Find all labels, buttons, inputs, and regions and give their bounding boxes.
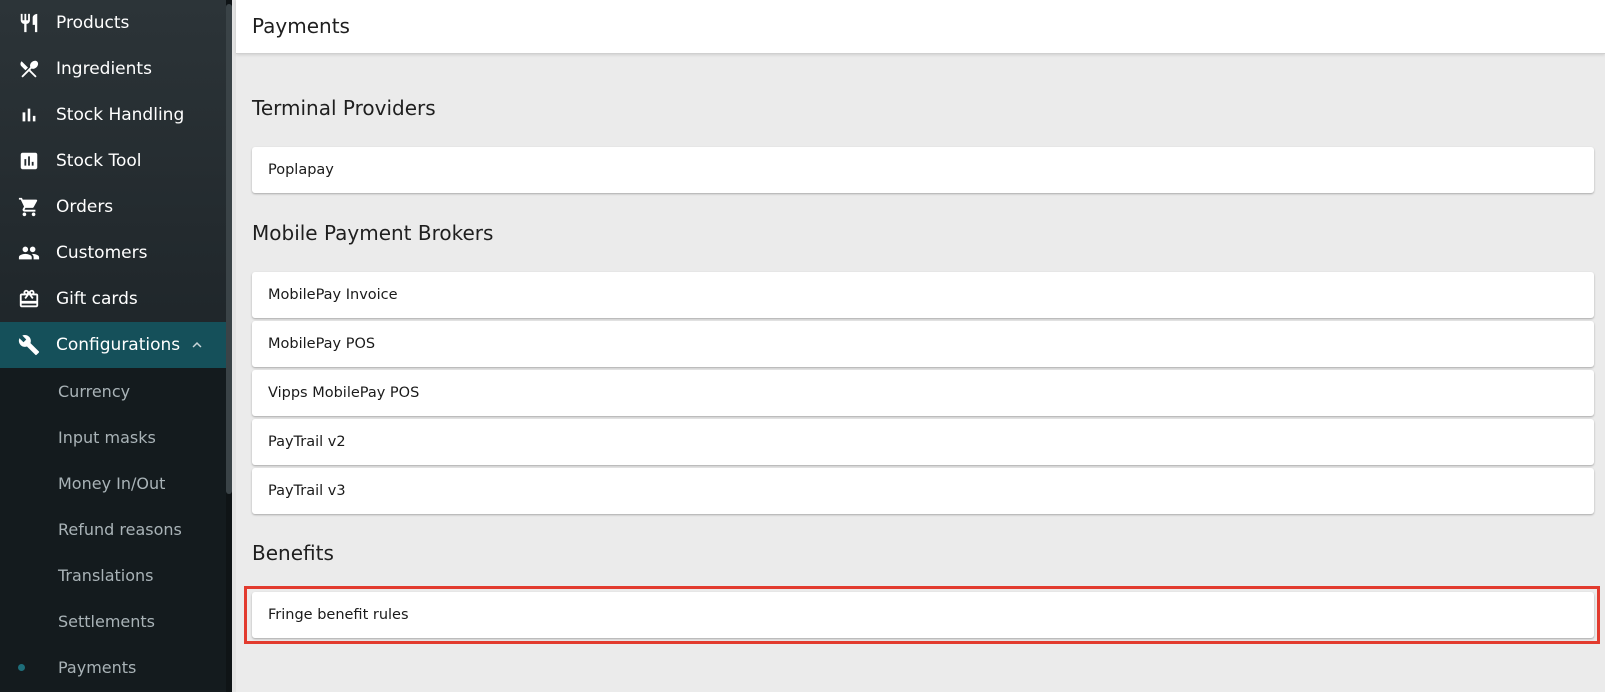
sidebar-item-label: Ingredients bbox=[56, 59, 152, 79]
page-title: Payments bbox=[252, 14, 350, 38]
sidebar-nav: Products Ingredients Stock Handling Stoc… bbox=[0, 0, 226, 692]
sidebar-item-stock-handling[interactable]: Stock Handling bbox=[0, 92, 226, 138]
chevron-up-icon[interactable] bbox=[188, 336, 206, 354]
list-item-label: Vipps MobilePay POS bbox=[268, 385, 420, 401]
sidebar-item-orders[interactable]: Orders bbox=[0, 184, 226, 230]
sidebar-item-label: Stock Tool bbox=[56, 151, 142, 171]
people-icon bbox=[18, 242, 40, 264]
sidebar: Products Ingredients Stock Handling Stoc… bbox=[0, 0, 236, 692]
sidebar-subitem-label: Input masks bbox=[58, 427, 156, 447]
sidebar-item-configurations[interactable]: Configurations bbox=[0, 322, 226, 368]
sidebar-subitem-translations[interactable]: Translations bbox=[0, 552, 226, 598]
list-item-mobilepay-pos[interactable]: MobilePay POS bbox=[252, 321, 1594, 367]
sidebar-item-label: Gift cards bbox=[56, 289, 138, 309]
cutlery-icon bbox=[18, 12, 40, 34]
list-item-vipps-mobilepay-pos[interactable]: Vipps MobilePay POS bbox=[252, 370, 1594, 416]
sidebar-item-label: Orders bbox=[56, 197, 114, 217]
list-item-label: MobilePay Invoice bbox=[268, 287, 398, 303]
section-title-terminal-providers: Terminal Providers bbox=[252, 96, 436, 120]
sidebar-subitem-label: Currency bbox=[58, 381, 131, 401]
sidebar-subitem-settlements[interactable]: Settlements bbox=[0, 598, 226, 644]
sidebar-item-ingredients[interactable]: Ingredients bbox=[0, 46, 226, 92]
list-item-label: MobilePay POS bbox=[268, 336, 376, 352]
sidebar-item-label: Configurations bbox=[56, 335, 181, 355]
sidebar-subitem-money-in-out[interactable]: Money In/Out bbox=[0, 460, 226, 506]
gift-card-icon bbox=[18, 288, 40, 310]
list-item-label: Fringe benefit rules bbox=[268, 607, 409, 623]
list-item-paytrail-v3[interactable]: PayTrail v3 bbox=[252, 468, 1594, 514]
sidebar-item-products[interactable]: Products bbox=[0, 0, 226, 46]
list-item-label: Poplapay bbox=[268, 162, 334, 178]
sidebar-item-gift-cards[interactable]: Gift cards bbox=[0, 276, 226, 322]
sidebar-item-stock-tool[interactable]: Stock Tool bbox=[0, 138, 226, 184]
sidebar-subitem-label: Translations bbox=[58, 565, 154, 585]
utensils-cross-icon bbox=[18, 58, 40, 80]
sidebar-subitem-label: Settlements bbox=[58, 611, 156, 631]
bar-chart-icon bbox=[18, 104, 40, 126]
cart-icon bbox=[18, 196, 40, 218]
sidebar-item-customers[interactable]: Customers bbox=[0, 230, 226, 276]
section-title-mobile-payment-brokers: Mobile Payment Brokers bbox=[252, 221, 494, 245]
sidebar-item-label: Stock Handling bbox=[56, 105, 185, 125]
list-item-paytrail-v2[interactable]: PayTrail v2 bbox=[252, 419, 1594, 465]
list-item-poplapay[interactable]: Poplapay bbox=[252, 147, 1594, 193]
chart-box-icon bbox=[18, 150, 40, 172]
sidebar-subitem-input-masks[interactable]: Input masks bbox=[0, 414, 226, 460]
sidebar-subitem-label: Money In/Out bbox=[58, 473, 166, 493]
list-item-label: PayTrail v2 bbox=[268, 434, 346, 450]
sidebar-subitem-label: Refund reasons bbox=[58, 519, 182, 539]
sidebar-item-label: Customers bbox=[56, 243, 148, 263]
list-item-fringe-benefit-rules[interactable]: Fringe benefit rules bbox=[252, 592, 1594, 638]
page-header: Payments bbox=[236, 0, 1605, 54]
configurations-submenu: Currency Input masks Money In/Out Refund… bbox=[0, 368, 226, 690]
section-title-benefits: Benefits bbox=[252, 541, 334, 565]
list-item-mobilepay-invoice[interactable]: MobilePay Invoice bbox=[252, 272, 1594, 318]
sidebar-subitem-currency[interactable]: Currency bbox=[0, 368, 226, 414]
active-dot-indicator bbox=[18, 664, 25, 671]
wrench-icon bbox=[18, 334, 40, 356]
sidebar-item-label: Products bbox=[56, 13, 130, 33]
sidebar-subitem-payments[interactable]: Payments bbox=[0, 644, 226, 690]
sidebar-subitem-refund-reasons[interactable]: Refund reasons bbox=[0, 506, 226, 552]
list-item-label: PayTrail v3 bbox=[268, 483, 346, 499]
sidebar-subitem-label: Payments bbox=[58, 657, 137, 677]
sidebar-divider bbox=[232, 0, 236, 692]
